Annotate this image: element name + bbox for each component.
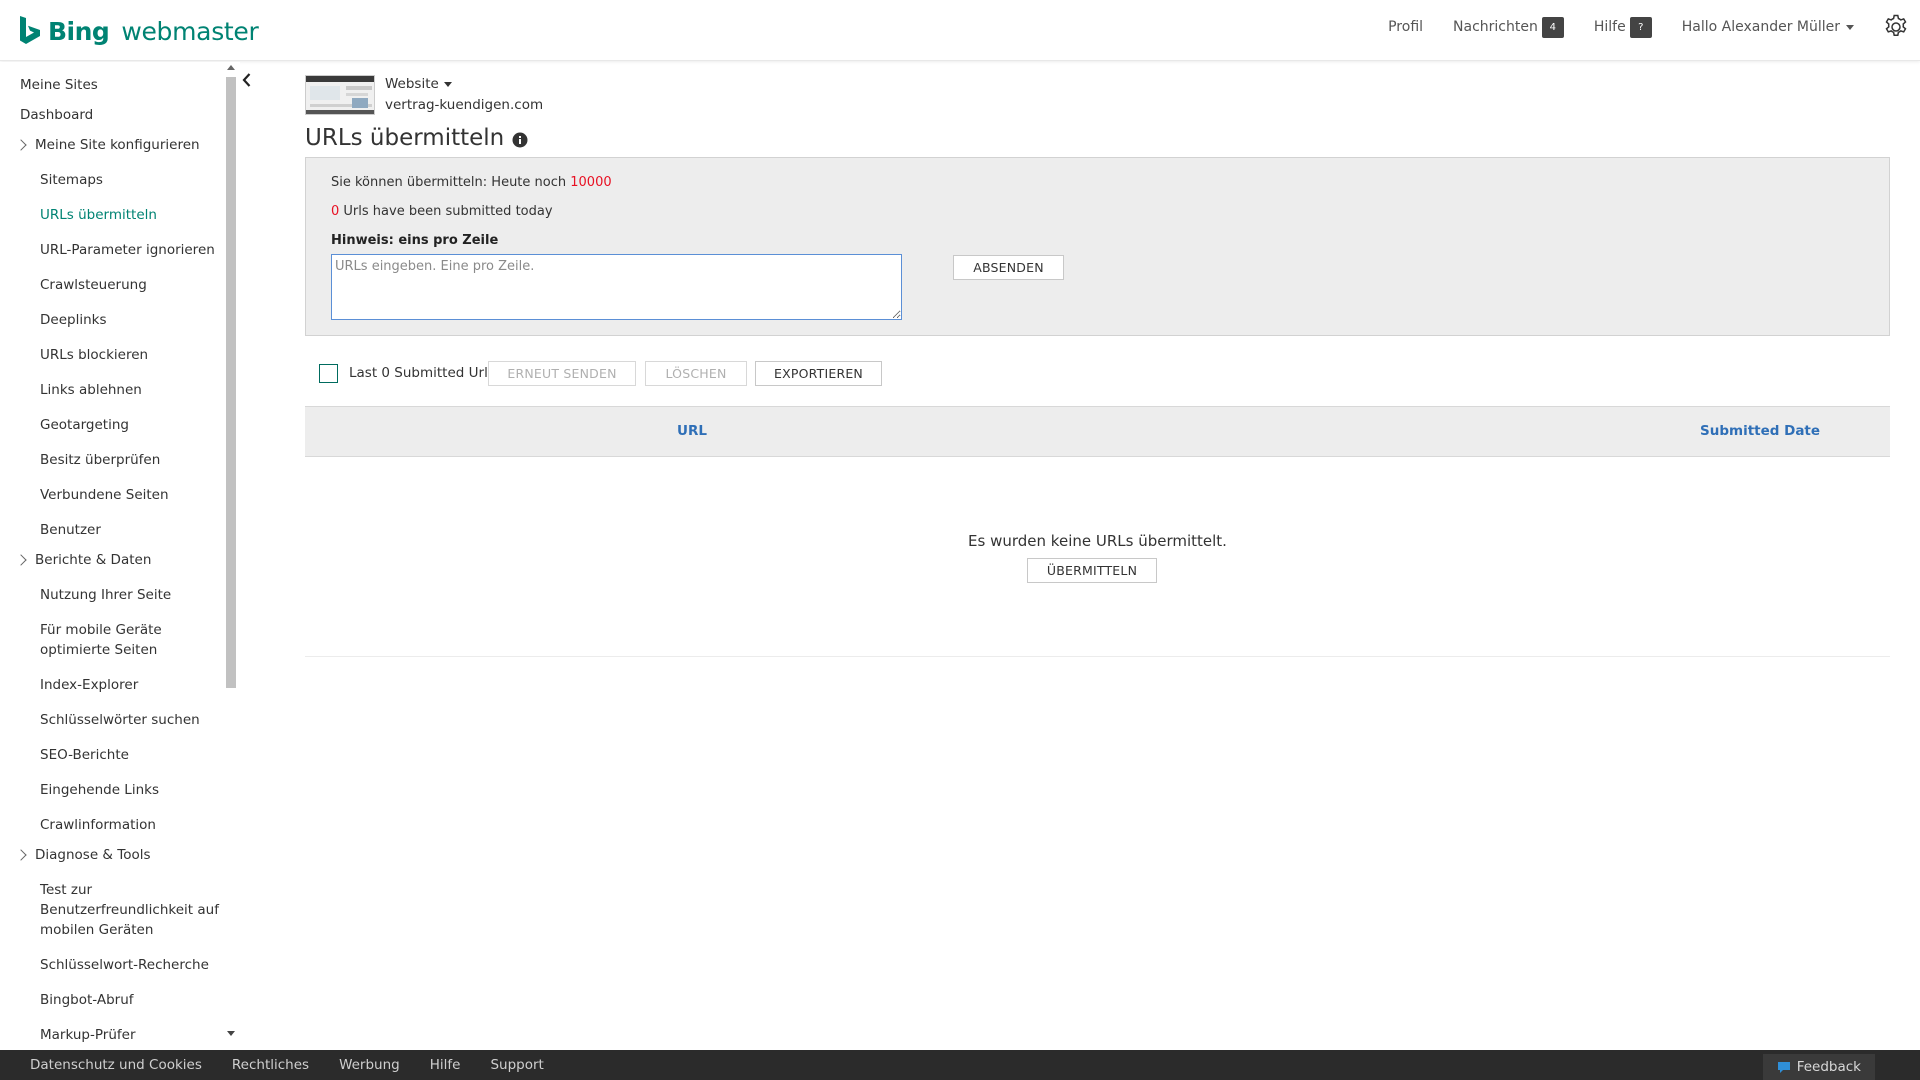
chevron-right-icon <box>15 139 27 151</box>
logo-bing-text: Bing <box>48 16 110 46</box>
site-thumbnail[interactable] <box>305 75 375 115</box>
page-title: URLs übermitteln <box>305 125 528 151</box>
sidebar-item-ignore-url-parameters[interactable]: URL-Parameter ignorieren <box>40 240 225 260</box>
bing-logo-icon <box>20 16 40 44</box>
empty-state-submit-button[interactable]: ÜBERMITTELN <box>1027 558 1157 583</box>
submit-urls-panel: Sie können übermitteln: Heute noch 10000… <box>305 157 1890 336</box>
table-bottom-divider <box>305 656 1890 657</box>
export-button[interactable]: EXPORTIEREN <box>755 361 882 386</box>
sidebar-item-bingbot-fetch[interactable]: Bingbot-Abruf <box>40 990 225 1010</box>
sidebar-item-users[interactable]: Benutzer <box>40 520 225 540</box>
user-menu[interactable]: Hallo Alexander Müller <box>1682 19 1854 35</box>
info-icon[interactable] <box>512 132 528 148</box>
resend-button[interactable]: ERNEUT SENDEN <box>488 361 636 386</box>
column-header-submitted-date[interactable]: Submitted Date <box>1700 423 1820 439</box>
sidebar-item-geotargeting[interactable]: Geotargeting <box>40 415 225 435</box>
feedback-label: Feedback <box>1796 1059 1861 1075</box>
sidebar-item-markup-validator[interactable]: Markup-Prüfer <box>40 1025 225 1045</box>
quota-value: 10000 <box>570 175 612 190</box>
user-greeting: Hallo Alexander Müller <box>1681 19 1840 35</box>
quota-label: Sie können übermitteln: Heute noch <box>331 175 567 190</box>
sidebar-item-crawl-control[interactable]: Crawlsteuerung <box>40 275 225 295</box>
sidebar-group-diagnostics[interactable]: Diagnose & Tools <box>15 845 151 865</box>
logo-webmaster-text: webmaster <box>121 16 259 46</box>
delete-button[interactable]: LÖSCHEN <box>645 361 747 386</box>
submitted-urls-toolbar: Last 0 Submitted Urls ERNEUT SENDEN LÖSC… <box>305 358 1890 388</box>
sidebar-group-label: Diagnose & Tools <box>35 847 151 863</box>
site-preview-image <box>306 76 374 114</box>
footer-link-support[interactable]: Support <box>490 1057 543 1073</box>
sidebar: Meine Sites Dashboard Meine Site konfigu… <box>0 62 240 1048</box>
empty-table-message: Es wurden keine URLs übermittelt. <box>968 532 1227 550</box>
submitted-today-line: 0 Urls have been submitted today <box>331 204 553 219</box>
top-navigation: Profil Nachrichten 4 Hilfe ? Hallo Alexa… <box>1388 13 1920 41</box>
chat-bubble-icon <box>1777 1062 1790 1073</box>
chevron-left-icon[interactable] <box>240 72 254 88</box>
profile-link[interactable]: Profil <box>1388 19 1423 35</box>
sidebar-item-keyword-research[interactable]: Schlüsselwort-Recherche <box>40 955 225 975</box>
sidebar-item-index-explorer[interactable]: Index-Explorer <box>40 675 225 695</box>
footer-link-help[interactable]: Hilfe <box>430 1057 461 1073</box>
page-title-text: URLs übermitteln <box>305 125 505 151</box>
sidebar-item-seo-reports[interactable]: SEO-Berichte <box>40 745 225 765</box>
messages-count-badge: 4 <box>1541 16 1564 38</box>
submit-button[interactable]: ABSENDEN <box>953 255 1064 280</box>
chevron-down-icon <box>1846 24 1854 30</box>
sidebar-item-dashboard[interactable]: Dashboard <box>20 105 93 125</box>
scroll-up-arrow-icon[interactable] <box>227 65 235 70</box>
sidebar-item-block-urls[interactable]: URLs blockieren <box>40 345 225 365</box>
daily-quota-line: Sie können übermitteln: Heute noch 10000 <box>331 175 612 190</box>
chevron-right-icon <box>15 554 27 566</box>
sidebar-scrollbar[interactable] <box>225 65 237 1045</box>
chevron-down-icon <box>443 81 452 87</box>
chevron-right-icon <box>15 849 27 861</box>
sidebar-item-disavow-links[interactable]: Links ablehnen <box>40 380 225 400</box>
submitted-urls-table-header: URL Submitted Date <box>305 406 1890 457</box>
sidebar-item-sitemaps[interactable]: Sitemaps <box>40 170 225 190</box>
selected-site-url: vertrag-kuendigen.com <box>385 97 544 113</box>
feedback-button[interactable]: Feedback <box>1762 1054 1875 1080</box>
page-footer: Datenschutz und Cookies Rechtliches Werb… <box>0 1050 1920 1080</box>
footer-link-legal[interactable]: Rechtliches <box>232 1057 309 1073</box>
sidebar-item-site-usage[interactable]: Nutzung Ihrer Seite <box>40 585 225 605</box>
bing-webmaster-logo[interactable]: Bing webmaster <box>19 16 259 46</box>
website-selector-label: Website <box>385 76 439 92</box>
sidebar-item-crawl-information[interactable]: Crawlinformation <box>40 815 225 835</box>
submitted-count: 0 <box>331 204 340 219</box>
footer-link-advertising[interactable]: Werbung <box>339 1057 400 1073</box>
messages-label: Nachrichten <box>1453 19 1538 35</box>
footer-link-privacy[interactable]: Datenschutz und Cookies <box>30 1057 202 1073</box>
scrollbar-thumb[interactable] <box>226 77 236 688</box>
gear-icon[interactable] <box>1882 13 1910 41</box>
website-selector[interactable]: Website <box>385 76 452 92</box>
scroll-down-arrow-icon[interactable] <box>227 1031 235 1036</box>
sidebar-item-deeplinks[interactable]: Deeplinks <box>40 310 225 330</box>
sidebar-item-my-sites[interactable]: Meine Sites <box>20 75 98 95</box>
sidebar-item-submit-urls[interactable]: URLs übermitteln <box>40 205 225 225</box>
sidebar-item-verify-ownership[interactable]: Besitz überprüfen <box>40 450 225 470</box>
sidebar-group-reports[interactable]: Berichte & Daten <box>15 550 151 570</box>
help-label: Hilfe <box>1593 19 1626 35</box>
column-header-url[interactable]: URL <box>677 423 707 439</box>
help-badge: ? <box>1629 16 1652 38</box>
last-submitted-label: Last 0 Submitted Urls <box>349 365 495 381</box>
select-all-checkbox[interactable] <box>319 364 338 383</box>
sidebar-item-inbound-links[interactable]: Eingehende Links <box>40 780 225 800</box>
sidebar-item-search-keywords[interactable]: Schlüsselwörter suchen <box>40 710 225 730</box>
sidebar-item-mobile-friendliness-test[interactable]: Test zur Benutzerfreundlichkeit auf mobi… <box>40 880 225 940</box>
one-per-line-hint: Hinweis: eins pro Zeile <box>331 233 499 248</box>
sidebar-group-label: Meine Site konfigurieren <box>35 137 200 153</box>
sidebar-item-connected-pages[interactable]: Verbundene Seiten <box>40 485 225 505</box>
submitted-label: Urls have been submitted today <box>343 204 553 219</box>
top-header: Bing webmaster Profil Nachrichten 4 Hilf… <box>0 0 1920 61</box>
sidebar-group-configure[interactable]: Meine Site konfigurieren <box>15 135 200 155</box>
sidebar-item-mobile-friendly-pages[interactable]: Für mobile Geräte optimierte Seiten <box>40 620 225 660</box>
messages-link[interactable]: Nachrichten 4 <box>1453 16 1564 38</box>
url-input-textarea[interactable] <box>331 254 902 320</box>
help-link[interactable]: Hilfe ? <box>1593 16 1652 38</box>
sidebar-group-label: Berichte & Daten <box>35 552 152 568</box>
